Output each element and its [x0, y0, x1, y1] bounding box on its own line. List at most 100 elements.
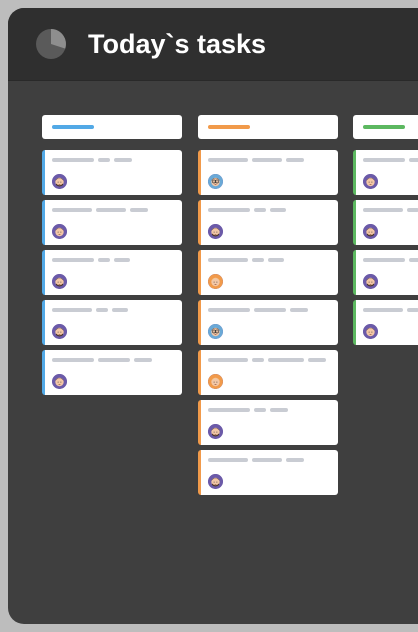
task-card-lines — [52, 258, 130, 262]
blonde-avatar-icon[interactable] — [208, 274, 223, 289]
column-color-bar — [52, 125, 94, 129]
text-skeleton-line — [114, 158, 132, 162]
text-skeleton-line — [114, 258, 130, 262]
task-card[interactable] — [198, 200, 338, 245]
beard-avatar-icon[interactable] — [208, 474, 223, 489]
text-skeleton-line — [208, 308, 250, 312]
text-skeleton-line — [286, 458, 304, 462]
beard-avatar-icon[interactable] — [363, 274, 378, 289]
task-card[interactable] — [353, 300, 418, 345]
text-skeleton-line — [252, 158, 282, 162]
text-skeleton-line — [130, 208, 148, 212]
task-card[interactable] — [198, 400, 338, 445]
task-card-lines — [208, 408, 288, 412]
column-header[interactable] — [353, 115, 418, 139]
page-title: Today`s tasks — [88, 29, 267, 59]
text-skeleton-line — [286, 158, 304, 162]
woman-avatar-icon[interactable] — [363, 174, 378, 189]
text-skeleton-line — [208, 258, 248, 262]
text-skeleton-line — [96, 308, 108, 312]
text-skeleton-line — [208, 158, 248, 162]
beard-avatar-icon[interactable] — [363, 224, 378, 239]
task-card-lines — [208, 308, 308, 312]
task-card[interactable] — [42, 300, 182, 345]
task-card-lines — [363, 158, 418, 162]
task-card-lines — [363, 258, 418, 262]
text-skeleton-line — [52, 258, 94, 262]
task-card[interactable] — [353, 200, 418, 245]
column-green — [353, 115, 418, 350]
beard-avatar-icon[interactable] — [52, 324, 67, 339]
text-skeleton-line — [208, 458, 248, 462]
text-skeleton-line — [363, 308, 403, 312]
card-list — [42, 150, 182, 395]
text-skeleton-line — [407, 208, 418, 212]
text-skeleton-line — [363, 258, 405, 262]
task-card-lines — [208, 208, 286, 212]
card-list — [353, 150, 418, 345]
text-skeleton-line — [208, 408, 250, 412]
column-orange — [198, 115, 338, 500]
text-skeleton-line — [52, 208, 92, 212]
text-skeleton-line — [268, 258, 284, 262]
task-card[interactable] — [198, 450, 338, 495]
task-card-lines — [363, 208, 418, 212]
column-blue — [42, 115, 182, 400]
text-skeleton-line — [208, 208, 250, 212]
pie-chart-icon — [36, 29, 66, 59]
task-card-lines — [208, 258, 284, 262]
task-card[interactable] — [42, 250, 182, 295]
task-card-lines — [52, 308, 128, 312]
text-skeleton-line — [409, 158, 418, 162]
header: Today`s tasks — [8, 8, 418, 80]
glasses-avatar-icon[interactable] — [208, 174, 223, 189]
text-skeleton-line — [409, 258, 418, 262]
task-card[interactable] — [198, 150, 338, 195]
blonde-avatar-icon[interactable] — [208, 374, 223, 389]
task-card[interactable] — [353, 150, 418, 195]
text-skeleton-line — [252, 458, 282, 462]
text-skeleton-line — [252, 258, 264, 262]
task-card[interactable] — [198, 350, 338, 395]
task-card[interactable] — [198, 250, 338, 295]
text-skeleton-line — [98, 158, 110, 162]
column-color-bar — [208, 125, 250, 129]
app-window: Today`s tasks — [8, 8, 418, 624]
column-header[interactable] — [198, 115, 338, 139]
task-card[interactable] — [353, 250, 418, 295]
text-skeleton-line — [134, 358, 152, 362]
text-skeleton-line — [98, 258, 110, 262]
task-card[interactable] — [42, 200, 182, 245]
glasses-avatar-icon[interactable] — [208, 324, 223, 339]
text-skeleton-line — [363, 208, 403, 212]
beard-avatar-icon[interactable] — [52, 174, 67, 189]
woman-avatar-icon[interactable] — [363, 324, 378, 339]
woman-avatar-icon[interactable] — [52, 224, 67, 239]
beard-avatar-icon[interactable] — [208, 224, 223, 239]
text-skeleton-line — [290, 308, 308, 312]
text-skeleton-line — [52, 308, 92, 312]
card-list — [198, 150, 338, 495]
text-skeleton-line — [254, 408, 266, 412]
task-card-lines — [363, 308, 418, 312]
text-skeleton-line — [407, 308, 418, 312]
task-card-lines — [208, 158, 304, 162]
beard-avatar-icon[interactable] — [208, 424, 223, 439]
text-skeleton-line — [208, 358, 248, 362]
woman-avatar-icon[interactable] — [52, 374, 67, 389]
text-skeleton-line — [96, 208, 126, 212]
text-skeleton-line — [52, 358, 94, 362]
task-card-lines — [208, 458, 304, 462]
text-skeleton-line — [254, 308, 286, 312]
task-card[interactable] — [198, 300, 338, 345]
text-skeleton-line — [270, 208, 286, 212]
text-skeleton-line — [252, 358, 264, 362]
beard-avatar-icon[interactable] — [52, 274, 67, 289]
text-skeleton-line — [268, 358, 304, 362]
text-skeleton-line — [254, 208, 266, 212]
column-header[interactable] — [42, 115, 182, 139]
task-card[interactable] — [42, 350, 182, 395]
column-color-bar — [363, 125, 405, 129]
text-skeleton-line — [363, 158, 405, 162]
task-card[interactable] — [42, 150, 182, 195]
